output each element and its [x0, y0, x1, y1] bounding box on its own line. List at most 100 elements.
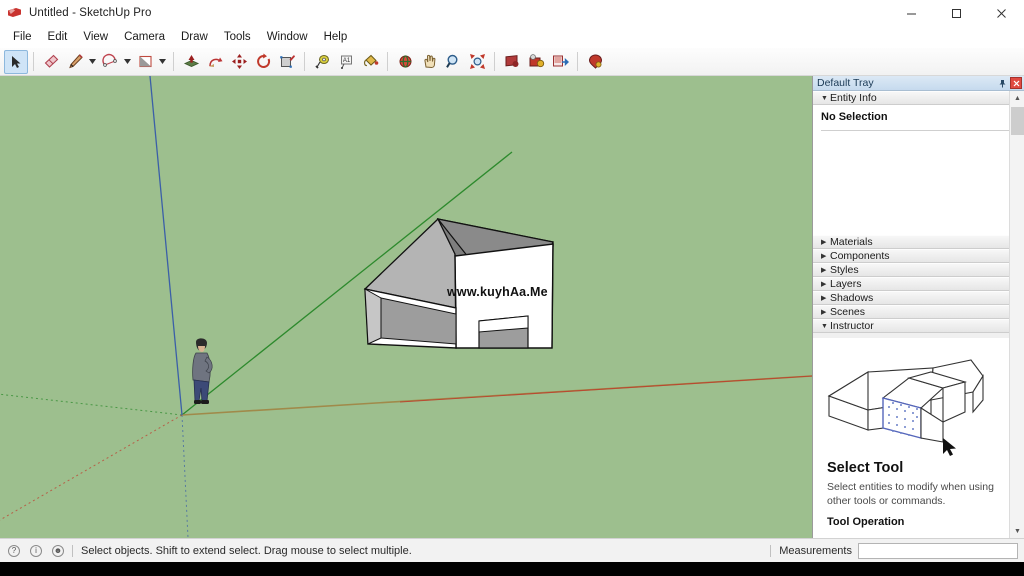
menu-bar: File Edit View Camera Draw Tools Window … [0, 26, 1024, 48]
svg-text:A1: A1 [342, 58, 350, 64]
previous-view-tool[interactable] [500, 50, 524, 74]
panel-header-components[interactable]: ▶ Components × [813, 249, 1024, 263]
panel-header-shadows[interactable]: ▶ Shadows × [813, 291, 1024, 305]
measurements-label: Measurements [779, 544, 852, 557]
tray-close-button[interactable] [1010, 77, 1022, 89]
chevron-right-icon: ▶ [821, 266, 827, 274]
scale-tool[interactable] [275, 50, 299, 74]
followme-tool[interactable] [203, 50, 227, 74]
red-axis-negative [0, 414, 183, 521]
tape-measure-tool[interactable] [310, 50, 334, 74]
account-icon[interactable]: ☻ [52, 544, 64, 557]
house-with-selected-face-diagram [827, 359, 984, 456]
blue-axis-negative [181, 414, 189, 538]
select-tool[interactable] [4, 49, 28, 74]
panel-header-materials[interactable]: ▶ Materials × [813, 235, 1024, 249]
arc-tool-dropdown[interactable] [122, 50, 133, 74]
window-controls [889, 0, 1024, 26]
panel-label-styles: Styles [830, 264, 859, 276]
cursor-arrow-icon [943, 438, 956, 456]
line-tool[interactable] [63, 50, 87, 74]
close-button[interactable] [979, 0, 1024, 26]
tray-header: Default Tray [813, 76, 1024, 91]
line-tool-dropdown[interactable] [87, 50, 98, 74]
panel-header-scenes[interactable]: ▶ Scenes × [813, 305, 1024, 319]
toolbar-separator [387, 52, 388, 71]
chevron-right-icon: ▶ [821, 238, 827, 246]
panel-label-scenes: Scenes [830, 306, 866, 318]
menu-camera[interactable]: Camera [116, 28, 173, 46]
rectangle-tool-dropdown[interactable] [157, 50, 168, 74]
panel-label-components: Components [830, 250, 890, 262]
panel-label-entity-info: Entity Info [830, 92, 877, 104]
menu-tools[interactable]: Tools [216, 28, 259, 46]
scroll-thumb[interactable] [1011, 107, 1024, 135]
panel-header-instructor[interactable]: ▼ Instructor × [813, 319, 1024, 333]
chevron-down-icon: ▼ [821, 322, 828, 330]
minimize-button[interactable] [889, 0, 934, 26]
panel-header-entity-info[interactable]: ▼ Entity Info × [813, 91, 1024, 105]
default-tray: Default Tray ▼ Entity Info × No Selectio… [812, 76, 1024, 538]
panel-header-styles[interactable]: ▶ Styles × [813, 263, 1024, 277]
screen-letterbox [0, 562, 1024, 576]
paint-bucket-tool[interactable] [358, 50, 382, 74]
title-bar: Untitled - SketchUp Pro [0, 0, 1024, 26]
viewport-watermark: www.kuyhAa.Me [446, 285, 548, 299]
rotate-tool[interactable] [251, 50, 275, 74]
red-axis-tint [399, 375, 812, 403]
menu-edit[interactable]: Edit [40, 28, 76, 46]
eraser-tool[interactable] [39, 50, 63, 74]
zoom-tool[interactable] [441, 50, 465, 74]
help-hint-icon[interactable]: ? [8, 544, 20, 557]
status-divider [72, 544, 73, 557]
entity-info-body: No Selection [813, 105, 1024, 235]
pushpull-tool[interactable] [179, 50, 203, 74]
panel-label-layers: Layers [830, 278, 862, 290]
orbit-tool[interactable] [393, 50, 417, 74]
toolbar-separator [577, 52, 578, 71]
pan-tool[interactable] [417, 50, 441, 74]
scroll-down-arrow[interactable]: ▼ [1010, 524, 1024, 538]
status-bar: ? i ☻ Select objects. Shift to extend se… [0, 538, 1024, 562]
position-camera-tool[interactable] [524, 50, 548, 74]
chevron-right-icon: ▶ [821, 294, 827, 302]
move-tool[interactable] [227, 50, 251, 74]
toolbar-separator [304, 52, 305, 71]
section-plane-tool[interactable] [548, 50, 572, 74]
entity-info-status: No Selection [821, 111, 888, 123]
measurements-divider [770, 544, 772, 557]
zoom-extents-tool[interactable] [465, 50, 489, 74]
menu-help[interactable]: Help [316, 28, 356, 46]
main-toolbar: A1 [0, 48, 1024, 76]
maximize-button[interactable] [934, 0, 979, 26]
tray-scrollbar[interactable]: ▲ ▼ [1009, 91, 1024, 538]
info-icon[interactable]: i [30, 544, 42, 557]
house-model [363, 217, 554, 349]
sketchup-application-window: Untitled - SketchUp Pro File Edit View C… [0, 0, 1024, 576]
measurements-area: Measurements [762, 542, 1024, 559]
menu-window[interactable]: Window [259, 28, 316, 46]
rectangle-tool[interactable] [133, 50, 157, 74]
panel-header-layers[interactable]: ▶ Layers × [813, 277, 1024, 291]
panel-label-materials: Materials [830, 236, 873, 248]
arc-tool[interactable] [98, 50, 122, 74]
dimension-tool[interactable]: A1 [334, 50, 358, 74]
walk-tool[interactable] [583, 50, 607, 74]
green-axis-negative [0, 393, 183, 416]
chevron-right-icon: ▶ [821, 280, 827, 288]
chevron-down-icon: ▼ [821, 94, 828, 102]
measurements-input[interactable] [858, 542, 1018, 559]
chevron-right-icon: ▶ [821, 308, 827, 316]
status-icons: ? i ☻ [0, 544, 64, 557]
menu-view[interactable]: View [75, 28, 116, 46]
model-viewport[interactable]: www.kuyhAa.Me [0, 76, 812, 538]
scroll-up-arrow[interactable]: ▲ [1010, 91, 1024, 105]
chevron-right-icon: ▶ [821, 252, 827, 260]
pin-icon[interactable] [996, 77, 1008, 89]
sketchup-logo-icon [8, 6, 22, 20]
menu-file[interactable]: File [5, 28, 40, 46]
status-message: Select objects. Shift to extend select. … [81, 544, 412, 557]
menu-draw[interactable]: Draw [173, 28, 216, 46]
toolbar-separator [33, 52, 34, 71]
instructor-subheading: Tool Operation [827, 516, 905, 528]
